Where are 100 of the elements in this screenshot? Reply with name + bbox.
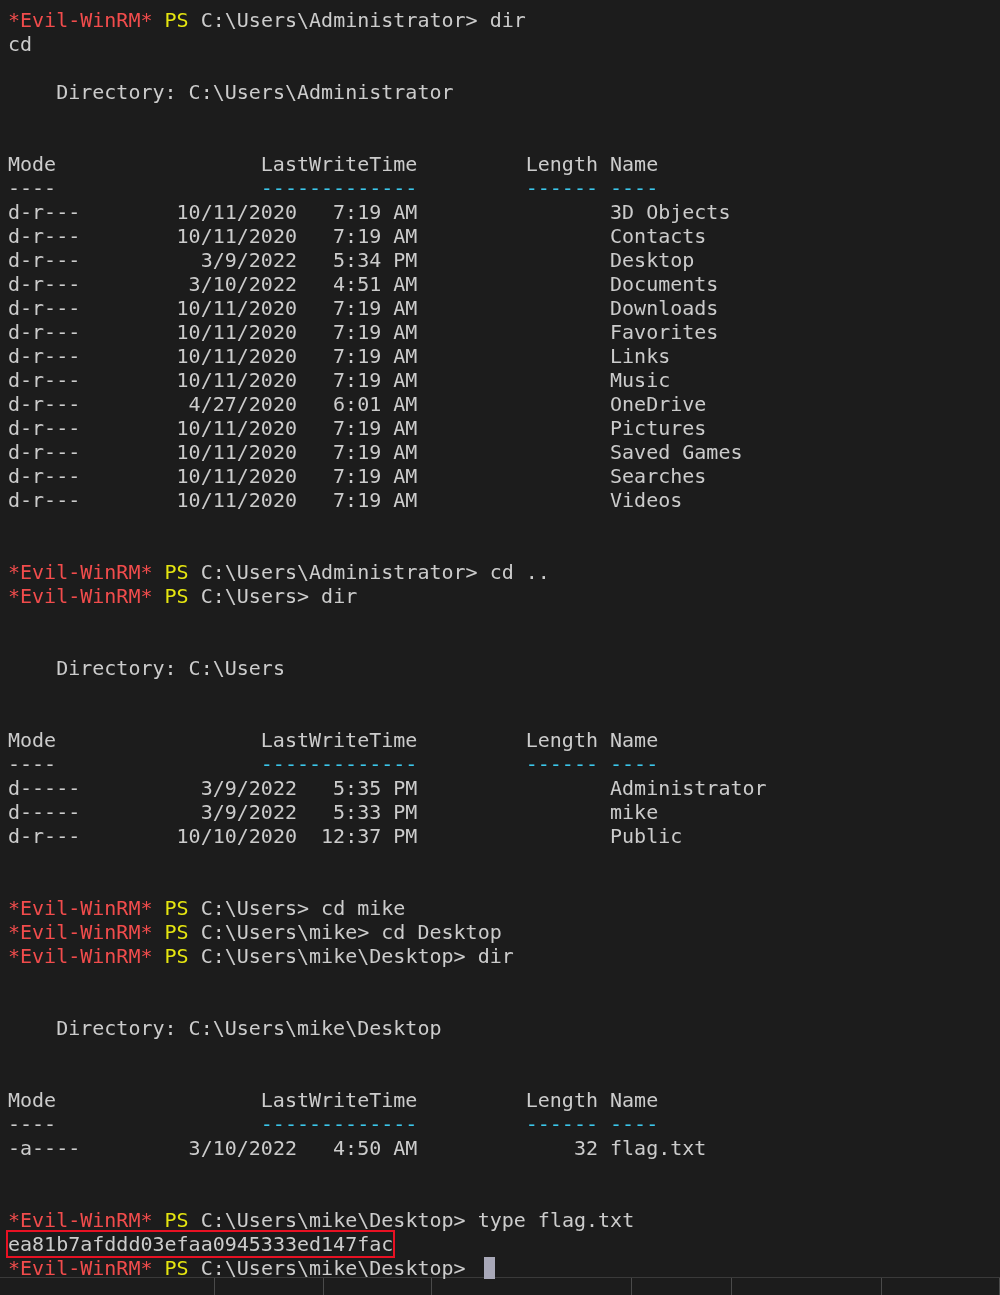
table-cell: 7:19 AM	[333, 368, 418, 392]
table-cell: d-r---	[8, 464, 81, 488]
table-cell: Public	[610, 824, 683, 848]
table-cell: 10/11/2020	[176, 296, 297, 320]
column-rule: ------	[525, 752, 598, 776]
table-cell: 3/9/2022	[200, 248, 297, 272]
table-cell: d-r---	[8, 320, 81, 344]
prompt-line: *Evil-WinRM* PS C:\Users\mike\Desktop> type flag.txt	[8, 1208, 635, 1232]
column-rule: ----	[8, 176, 58, 200]
column-header: Mode	[8, 728, 58, 752]
table-cell: 10/11/2020	[176, 344, 297, 368]
table-cell: Downloads	[610, 296, 719, 320]
column-header: Length	[525, 728, 598, 752]
directory-label: Directory: C:\Users	[56, 656, 285, 680]
table-cell: 7:19 AM	[333, 464, 418, 488]
column-rule: ----	[8, 752, 58, 776]
table-cell: 10/11/2020	[176, 224, 297, 248]
table-cell: 10/11/2020	[176, 368, 297, 392]
table-cell: 7:19 AM	[333, 416, 418, 440]
prompt-line: *Evil-WinRM* PS C:\Users\mike> cd Desktop	[8, 920, 502, 944]
directory-label: Directory: C:\Users\Administrator	[56, 80, 454, 104]
table-cell: mike	[610, 800, 659, 824]
column-header: LastWriteTime	[260, 728, 418, 752]
table-cell: Searches	[610, 464, 707, 488]
table-cell: 3/10/2022	[188, 272, 297, 296]
table-cell: d-r---	[8, 824, 81, 848]
column-rule: -------------	[260, 176, 418, 200]
table-cell: d-----	[8, 800, 81, 824]
table-cell: 7:19 AM	[333, 200, 418, 224]
table-cell: d-r---	[8, 416, 81, 440]
table-cell: Contacts	[610, 224, 707, 248]
table-cell: 10/11/2020	[176, 464, 297, 488]
table-cell: 3/9/2022	[200, 800, 297, 824]
table-cell: Links	[610, 344, 671, 368]
column-header: Name	[610, 728, 660, 752]
table-cell: Favorites	[610, 320, 719, 344]
prompt-line: *Evil-WinRM* PS C:\Users> cd mike	[8, 896, 406, 920]
column-header: Length	[525, 152, 598, 176]
column-rule: -------------	[260, 752, 418, 776]
table-cell: d-r---	[8, 344, 81, 368]
table-cell: 10/11/2020	[176, 488, 297, 512]
table-cell: d-----	[8, 776, 81, 800]
table-cell: 4:51 AM	[333, 272, 418, 296]
table-cell: Pictures	[610, 416, 707, 440]
table-cell: 5:34 PM	[333, 248, 418, 272]
table-cell: 10/11/2020	[176, 416, 297, 440]
table-cell: Desktop	[610, 248, 695, 272]
column-rule: -------------	[260, 1112, 418, 1136]
table-cell: 5:33 PM	[333, 800, 418, 824]
column-rule: ------	[525, 176, 598, 200]
table-cell: d-r---	[8, 440, 81, 464]
column-header: LastWriteTime	[260, 152, 418, 176]
table-cell: Administrator	[610, 776, 767, 800]
prompt-line: *Evil-WinRM* PS C:\Users\mike\Desktop> dir	[8, 944, 514, 968]
column-rule: ----	[610, 176, 659, 200]
table-cell: 7:19 AM	[333, 296, 418, 320]
table-cell: OneDrive	[610, 392, 707, 416]
column-header: Mode	[8, 152, 58, 176]
table-cell: Saved Games	[610, 440, 743, 464]
directory-label: Directory: C:\Users\mike\Desktop	[56, 1016, 442, 1040]
column-header: Name	[610, 1088, 660, 1112]
table-cell: 10/11/2020	[176, 200, 297, 224]
prompt-line: *Evil-WinRM* PS C:\Users> dir	[8, 584, 358, 608]
prompt-line: *Evil-WinRM* PS C:\Users\Administrator> cd ..	[8, 560, 550, 584]
column-header: Mode	[8, 1088, 58, 1112]
column-rule: ----	[8, 1112, 58, 1136]
table-cell: 7:19 AM	[333, 488, 418, 512]
table-cell: d-r---	[8, 272, 81, 296]
prompt-line: *Evil-WinRM* PS C:\Users\mike\Desktop>	[8, 1256, 467, 1280]
table-cell: Videos	[610, 488, 683, 512]
table-cell: d-r---	[8, 392, 81, 416]
table-cell: d-r---	[8, 224, 81, 248]
table-cell: d-r---	[8, 248, 81, 272]
output-text: cd	[8, 32, 33, 56]
table-cell: d-r---	[8, 296, 81, 320]
table-cell: 4/27/2020	[188, 392, 297, 416]
output-text: ea81b7afddd03efaa0945333ed147fac	[6, 1230, 396, 1258]
column-rule: ------	[525, 1112, 598, 1136]
table-cell: 7:19 AM	[333, 320, 418, 344]
table-cell: 7:19 AM	[333, 224, 418, 248]
column-header: Name	[610, 152, 660, 176]
table-cell: 7:19 AM	[333, 440, 418, 464]
table-cell: Music	[610, 368, 671, 392]
column-rule: ----	[610, 752, 659, 776]
table-cell: 32	[573, 1136, 598, 1160]
table-cell: d-r---	[8, 200, 81, 224]
table-cell: 12:37 PM	[321, 824, 418, 848]
table-cell: 4:50 AM	[333, 1136, 418, 1160]
table-cell: 6:01 AM	[333, 392, 418, 416]
table-cell: 3/9/2022	[200, 776, 297, 800]
column-header: LastWriteTime	[260, 1088, 418, 1112]
table-cell: flag.txt	[610, 1136, 707, 1160]
table-cell: -a----	[8, 1136, 81, 1160]
table-cell: 3/10/2022	[188, 1136, 297, 1160]
table-cell: Documents	[610, 272, 719, 296]
table-cell: 10/11/2020	[176, 440, 297, 464]
table-cell: 7:19 AM	[333, 344, 418, 368]
table-cell: 10/11/2020	[176, 320, 297, 344]
table-cell: 5:35 PM	[333, 776, 418, 800]
column-rule: ----	[610, 1112, 659, 1136]
